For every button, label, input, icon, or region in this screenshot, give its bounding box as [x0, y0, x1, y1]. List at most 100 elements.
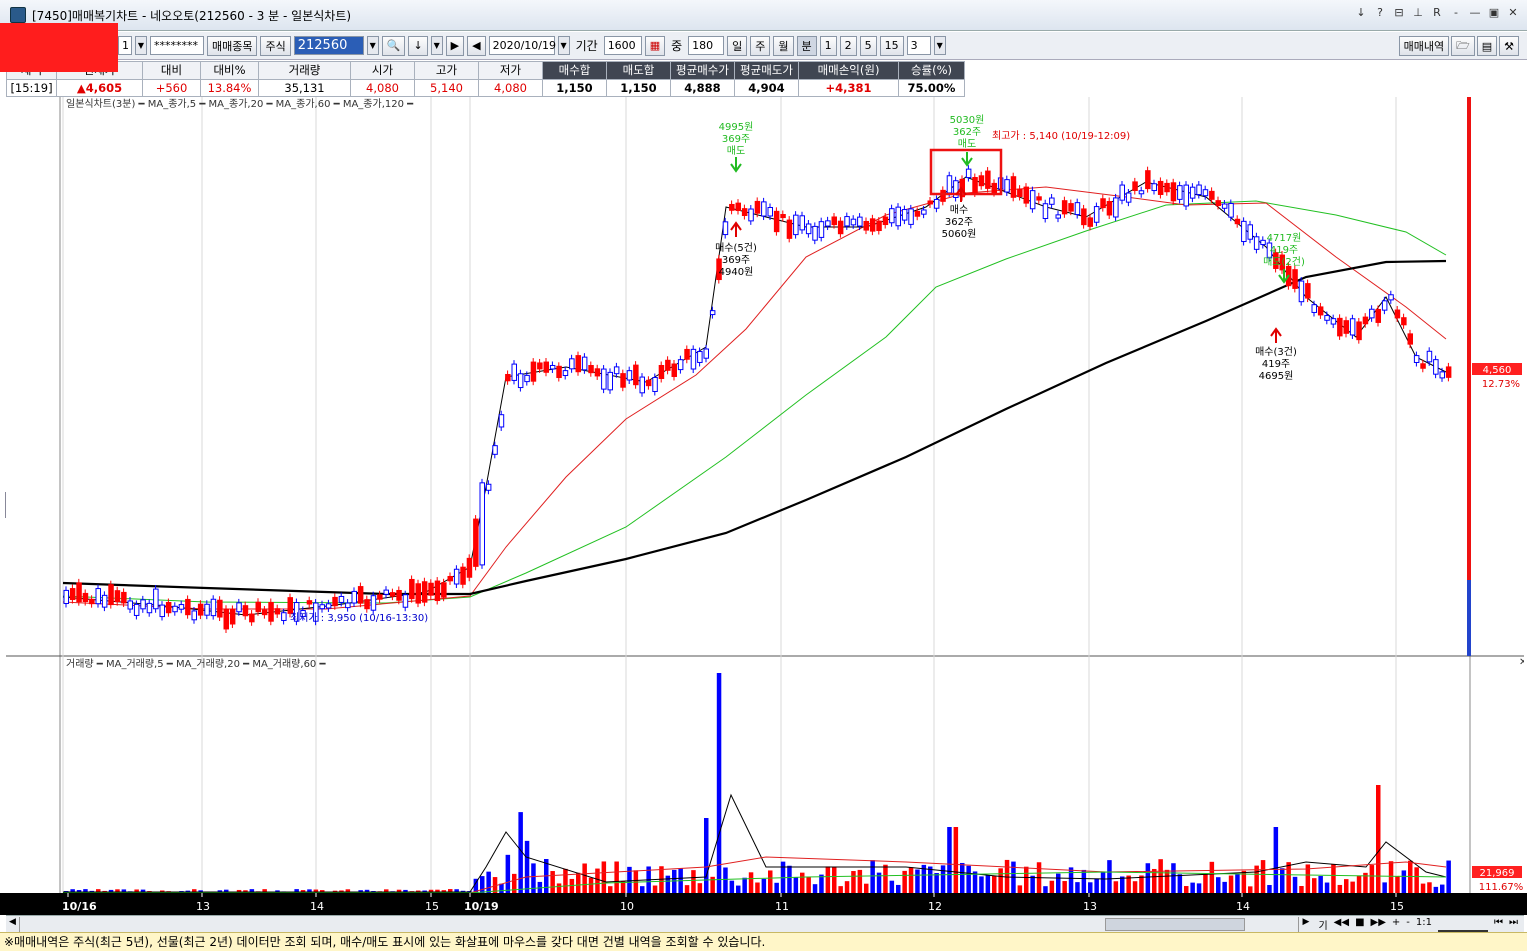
val-low: 4,080 [478, 78, 543, 97]
volume-bar [595, 868, 600, 893]
timeframe-day[interactable]: 일 [727, 35, 748, 56]
volume-bar [1427, 882, 1432, 893]
zoom-in-icon[interactable]: + [1392, 917, 1400, 932]
candle-body [389, 592, 396, 597]
date-input[interactable]: 2020/10/19 [488, 36, 556, 55]
candle-body [261, 609, 268, 616]
chevron-down-icon[interactable]: ▼ [430, 36, 443, 55]
close-icon[interactable]: ✕ [1519, 657, 1524, 668]
search-icon[interactable]: 🔍 [381, 35, 406, 56]
minute-1[interactable]: 1 [819, 35, 837, 56]
candle-body [1106, 201, 1113, 216]
val-winrate: 75.00% [898, 78, 965, 97]
volume-bar [1267, 885, 1272, 893]
account-field[interactable]: 1 [118, 36, 132, 55]
candle-body [690, 348, 697, 370]
volume-bar [960, 862, 965, 893]
candle-body [562, 370, 569, 377]
candle-body [146, 602, 153, 614]
market-select[interactable]: 주식 [260, 35, 291, 56]
ann-text: 4995원 [719, 121, 754, 133]
reset-icon[interactable]: 기 [1318, 917, 1327, 932]
stop-icon[interactable]: ■ [1355, 917, 1364, 932]
candle-body [1113, 197, 1119, 218]
calendar-dropdown-icon[interactable]: ▼ [557, 36, 570, 55]
candle-body [1234, 218, 1241, 225]
count-input[interactable]: 180 [688, 36, 725, 55]
refresh-icon[interactable]: R [1431, 6, 1443, 19]
volume-bar [1203, 874, 1208, 893]
layout-icon[interactable]: ⊟ [1393, 6, 1405, 19]
candle-body [383, 589, 389, 595]
chevron-down-icon[interactable]: ▼ [366, 36, 379, 55]
minimize-icon[interactable]: — [1469, 6, 1481, 19]
go-end-icon[interactable]: ⏭ [1509, 917, 1518, 932]
chart-area[interactable]: 일본식차트(3분) ━ MA_종가,5 ━ MA_종가,20 ━ MA_종가,6… [6, 97, 1524, 895]
chevron-down-icon[interactable]: ▼ [135, 36, 147, 55]
help-icon[interactable]: ? [1374, 6, 1386, 19]
horizontal-scrollbar[interactable]: ◀ ▶ 기 ◀◀ ■ ▶▶ + - 1:1 ⏮ ⏭ [6, 915, 1524, 932]
maximize-icon[interactable]: ▣ [1488, 6, 1500, 19]
volume-bar [864, 883, 869, 893]
save-icon[interactable]: ▤ [1476, 36, 1498, 56]
close-icon[interactable]: ✕ [1507, 6, 1519, 19]
volume-bar [761, 878, 767, 893]
candle-body [639, 376, 645, 394]
minute-select[interactable]: 3 [906, 36, 931, 55]
trade-item-button[interactable]: 매매종목 [207, 35, 258, 56]
volume-bar [774, 882, 779, 893]
volume-bar [889, 880, 895, 893]
scroll-thumb[interactable] [1105, 917, 1245, 931]
timeframe-minute[interactable]: 분 [796, 35, 817, 56]
candle-body [991, 182, 997, 194]
scroll-track[interactable] [20, 917, 1298, 932]
scroll-left-icon[interactable]: ◀ [6, 916, 20, 932]
candle-body [255, 601, 261, 613]
sort-icon[interactable]: ↓ [408, 35, 428, 56]
val-buy-sum: 1,150 [542, 78, 607, 97]
fast-forward-icon[interactable]: ▶▶ [1371, 917, 1386, 932]
zoom-reset-icon[interactable]: 1:1 [1416, 917, 1432, 932]
val-change-pct: 13.84% [200, 78, 259, 97]
zoom-out-icon[interactable]: - [1406, 917, 1410, 932]
rewind-icon[interactable]: ◀◀ [1334, 917, 1349, 932]
password-field[interactable]: ******** [150, 36, 204, 55]
settings-icon[interactable]: ⚒ [1499, 36, 1519, 56]
chevron-down-icon[interactable]: ▼ [933, 36, 946, 55]
folder-icon[interactable]: 🗁 [1451, 36, 1475, 56]
candle-body [1413, 355, 1420, 363]
pin-icon[interactable]: ↓ [1355, 6, 1367, 19]
go-start-icon[interactable]: ⏮ [1494, 917, 1503, 932]
minute-2[interactable]: 2 [839, 35, 857, 56]
volume-bar [819, 874, 824, 893]
candle-body [1298, 280, 1305, 303]
candle-body [1125, 192, 1132, 203]
candle-body [985, 170, 991, 189]
volume-bar [953, 827, 959, 893]
ann-text: 매도 [727, 145, 745, 157]
minute-15[interactable]: 15 [879, 35, 904, 56]
timeframe-week[interactable]: 주 [750, 35, 771, 56]
grid-icon[interactable]: ▦ [644, 35, 666, 56]
code-input[interactable]: 212560 [293, 36, 364, 55]
collapse-icon[interactable]: - [1450, 6, 1462, 19]
summary-table: 체씩 현재가 대비 대비% 거래량 시가 고가 저가 매수합 매도합 평균매수가… [6, 61, 965, 97]
low-price-label: 최저가 : 3,950 (10/16-13:30) [290, 612, 428, 624]
minute-5[interactable]: 5 [859, 35, 877, 56]
candle-body [517, 373, 524, 389]
play-left-icon[interactable]: ◀ [467, 35, 486, 56]
timeframe-month[interactable]: 월 [773, 35, 794, 56]
x-axis-label: 12 [928, 900, 942, 913]
scroll-right-icon[interactable]: ▶ [1298, 916, 1312, 932]
period-input[interactable]: 1600 [603, 36, 642, 55]
dock-icon[interactable]: ⊥ [1412, 6, 1424, 19]
trade-history-button[interactable]: 매매내역 [1398, 36, 1450, 56]
candle-body [402, 594, 409, 608]
last-volume-pct-text: 111.67% [1479, 882, 1524, 893]
zoom-slider[interactable] [1438, 911, 1488, 932]
volume-bar [825, 866, 831, 893]
volume-bar [992, 875, 997, 893]
x-axis-label: 10/19 [464, 900, 499, 913]
candle-body [1362, 316, 1369, 325]
play-right-icon[interactable]: ▶ [445, 35, 465, 56]
